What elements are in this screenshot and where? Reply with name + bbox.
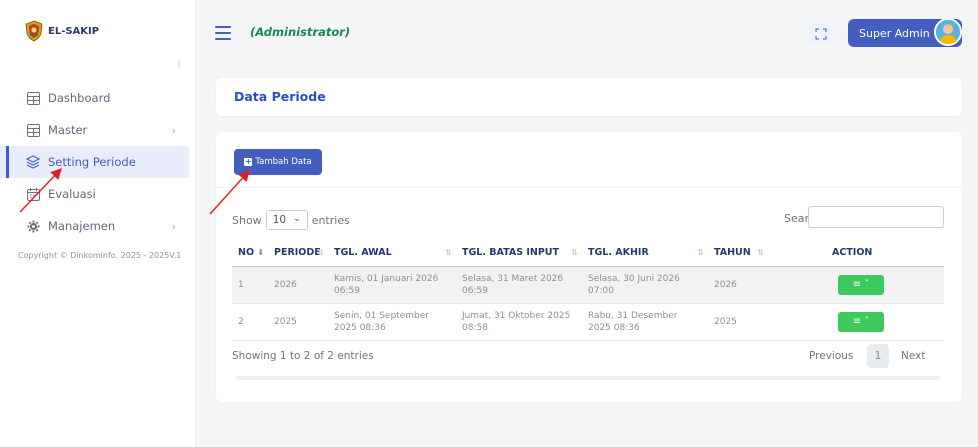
avatar[interactable] bbox=[934, 18, 962, 46]
cell-tgl-batas-input: Jumat, 31 Oktober 2025 08:58 bbox=[456, 303, 582, 341]
cell-periode: 2026 bbox=[268, 266, 328, 304]
sidebar-item-master[interactable]: Master › bbox=[0, 114, 196, 146]
chevron-right-icon: › bbox=[171, 124, 176, 137]
periode-table: NO ⬇ PERIODE ⇅ TGL. AWAL ⇅ TGL. BATAS INPUT… bbox=[232, 240, 944, 341]
action-menu-button[interactable]: ≡ ˅ bbox=[838, 311, 884, 332]
sort-desc-icon: ⬇ bbox=[257, 248, 264, 257]
sort-icon: ⇅ bbox=[445, 248, 452, 257]
column-header-tgl-awal[interactable]: TGL. AWAL ⇅ bbox=[328, 240, 456, 267]
column-header-action: ACTION bbox=[768, 240, 944, 267]
calendar-icon bbox=[26, 187, 40, 201]
cell-action: ≡ ˅ bbox=[768, 266, 944, 304]
pagination: Previous 1 Next bbox=[809, 344, 925, 368]
entries-length-value: 10 bbox=[272, 214, 287, 226]
avatar-image bbox=[936, 20, 960, 44]
data-card: + Tambah Data Show 10 ⌄ entries Search: … bbox=[216, 132, 962, 402]
column-header-tahun[interactable]: TAHUN ⇅ bbox=[708, 240, 768, 267]
logo-icon bbox=[25, 20, 43, 42]
sidebar-item-setting-periode[interactable]: Setting Periode bbox=[0, 146, 189, 178]
sidebar-scrollbar[interactable] bbox=[178, 60, 180, 68]
pagination-page-1[interactable]: 1 bbox=[867, 344, 889, 368]
sidebar-item-evaluasi[interactable]: Evaluasi bbox=[0, 178, 196, 210]
hamburger-menu-icon[interactable] bbox=[215, 26, 231, 40]
entries-label: entries bbox=[311, 213, 350, 227]
grid-icon bbox=[26, 91, 40, 105]
cell-tgl-akhir: Selasa, 30 Juni 2026 07:00 bbox=[582, 266, 708, 304]
sort-icon: ⇅ bbox=[571, 248, 578, 257]
column-header-no[interactable]: NO ⬇ bbox=[232, 240, 268, 267]
sort-icon: ⇅ bbox=[317, 248, 324, 257]
column-header-periode[interactable]: PERIODE ⇅ bbox=[268, 240, 328, 267]
fullscreen-button[interactable] bbox=[810, 23, 832, 45]
pagination-previous[interactable]: Previous bbox=[809, 350, 857, 362]
entries-length-control: Show 10 ⌄ entries bbox=[232, 210, 350, 230]
sidebar-item-label: Setting Periode bbox=[48, 155, 136, 169]
list-icon: ≡ ˅ bbox=[852, 278, 870, 290]
add-data-label: Tambah Data bbox=[255, 157, 312, 167]
cell-no: 1 bbox=[232, 266, 268, 304]
sidebar-item-dashboard[interactable]: Dashboard bbox=[0, 82, 196, 114]
sidebar-item-label: Master bbox=[48, 123, 88, 137]
gear-icon bbox=[26, 219, 40, 233]
pagination-next[interactable]: Next bbox=[901, 350, 925, 362]
list-icon: ≡ ˅ bbox=[852, 315, 870, 327]
table-info: Showing 1 to 2 of 2 entries bbox=[232, 350, 374, 362]
sidebar-item-manajemen[interactable]: Manajemen › bbox=[0, 210, 196, 242]
brand-name: EL-SAKIP bbox=[48, 25, 100, 37]
chevron-right-icon: › bbox=[171, 220, 176, 233]
action-menu-button[interactable]: ≡ ˅ bbox=[838, 274, 884, 295]
cell-tgl-akhir: Rabu, 31 Desember 2025 08:36 bbox=[582, 303, 708, 341]
show-label: Show bbox=[232, 213, 262, 227]
fullscreen-icon bbox=[815, 28, 827, 40]
column-header-tgl-batas-input[interactable]: TGL. BATAS INPUT ⇅ bbox=[456, 240, 582, 267]
sidebar-item-label: Evaluasi bbox=[48, 187, 96, 201]
cell-action: ≡ ˅ bbox=[768, 303, 944, 341]
page-title: Data Periode bbox=[234, 89, 326, 104]
card-divider bbox=[216, 187, 962, 188]
cell-tgl-awal: Kamis, 01 Januari 2026 06:59 bbox=[328, 266, 456, 304]
table-header-row: NO ⬇ PERIODE ⇅ TGL. AWAL ⇅ TGL. BATAS INPUT… bbox=[232, 240, 944, 267]
user-name: Super Admin bbox=[859, 26, 930, 40]
stack-icon bbox=[26, 155, 40, 169]
sort-icon: ⇅ bbox=[757, 248, 764, 257]
sort-icon: ⇅ bbox=[697, 248, 704, 257]
add-data-button[interactable]: + Tambah Data bbox=[234, 149, 322, 175]
search-input[interactable] bbox=[808, 206, 944, 228]
sidebar-menu: Dashboard Master › Setting Periode Evalu… bbox=[0, 82, 196, 242]
cell-tahun: 2025 bbox=[708, 303, 768, 341]
cell-tgl-batas-input: Selasa, 31 Maret 2026 06:59 bbox=[456, 266, 582, 304]
cell-no: 2 bbox=[232, 303, 268, 341]
copyright-text: Copyright © Dinkominfo. 2025 - 2025V.1 bbox=[18, 251, 182, 260]
cell-tahun: 2026 bbox=[708, 266, 768, 304]
brand[interactable]: EL-SAKIP bbox=[24, 20, 99, 42]
plus-square-icon: + bbox=[244, 157, 253, 166]
column-header-tgl-akhir[interactable]: TGL. AKHIR ⇅ bbox=[582, 240, 708, 267]
table-row: 1 2026 Kamis, 01 Januari 2026 06:59 Sela… bbox=[232, 266, 944, 304]
grid-icon bbox=[26, 123, 40, 137]
user-role-label: (Administrator) bbox=[250, 25, 351, 39]
page-title-card: Data Periode bbox=[216, 78, 962, 116]
sidebar-item-label: Manajemen bbox=[48, 219, 116, 233]
chevron-down-icon: ⌄ bbox=[293, 214, 301, 224]
cell-tgl-awal: Senin, 01 September 2025 08:36 bbox=[328, 303, 456, 341]
cell-periode: 2025 bbox=[268, 303, 328, 341]
sidebar-item-label: Dashboard bbox=[48, 91, 111, 105]
entries-length-select[interactable]: 10 ⌄ bbox=[265, 210, 308, 230]
table-horizontal-scrollbar[interactable] bbox=[236, 376, 940, 380]
table-row: 2 2025 Senin, 01 September 2025 08:36 Ju… bbox=[232, 303, 944, 341]
sidebar: EL-SAKIP Dashboard Master › Setting Peri… bbox=[0, 0, 196, 447]
